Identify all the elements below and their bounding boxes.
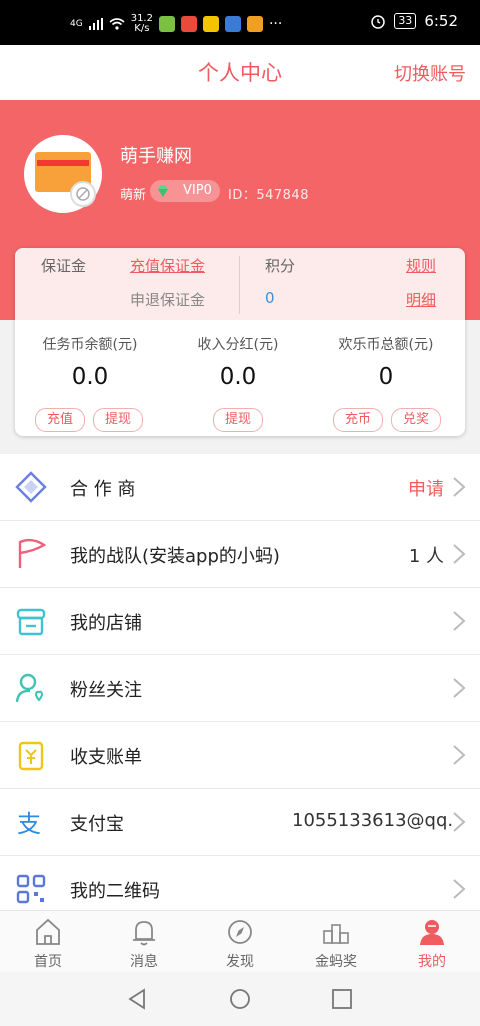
home-nav-icon[interactable]: [229, 988, 251, 1010]
recents-icon[interactable]: [331, 988, 353, 1010]
account-card: 保证金 充值保证金 申退保证金 积分 规则 0 明细 任务币余额(元) 0.0 …: [15, 248, 465, 436]
username: 萌手赚网: [120, 146, 192, 167]
app-notification-icon: [158, 16, 175, 32]
chevron-right-icon: [453, 745, 466, 765]
switch-account-button[interactable]: 切换账号: [394, 60, 466, 86]
chevron-right-icon: [453, 678, 466, 698]
back-icon[interactable]: [126, 988, 148, 1010]
menu-item-bill[interactable]: 收支账单: [0, 722, 480, 789]
home-icon: [36, 918, 60, 945]
vip-badge: VIP0: [150, 180, 220, 202]
clock: 6:52: [424, 12, 458, 30]
happy-coin-total-value: 0: [378, 364, 394, 390]
task-coin-balance-value: 0.0: [71, 364, 109, 390]
svg-text:支: 支: [17, 810, 41, 838]
chevron-right-icon: [453, 812, 466, 832]
menu-item-partner[interactable]: 合 作 商 申请: [0, 454, 480, 521]
income-dividend-label: 收入分红(元): [197, 337, 279, 353]
diamond-icon: [158, 185, 168, 197]
system-navigation-bar: [0, 972, 480, 1026]
camera-badge-icon[interactable]: [70, 181, 96, 207]
battery-icon: 33: [394, 13, 417, 29]
handshake-icon: [15, 471, 47, 503]
menu-item-store[interactable]: 我的店铺: [0, 588, 480, 655]
chevron-right-icon: [453, 611, 466, 631]
fans-icon: [15, 673, 44, 703]
compass-icon: [228, 920, 252, 944]
recharge-deposit-link[interactable]: 充值保证金: [130, 255, 205, 276]
apply-label: 申请: [408, 479, 444, 500]
podium-icon: [323, 924, 349, 944]
tab-discover[interactable]: 发现: [192, 911, 288, 973]
menu-item-fans[interactable]: 粉丝关注: [0, 655, 480, 722]
tab-mine[interactable]: 我的: [384, 911, 480, 973]
chevron-right-icon: [453, 477, 466, 497]
alarm-icon: [371, 15, 386, 29]
team-count: 1 人: [408, 546, 444, 567]
store-icon: [16, 608, 46, 636]
tab-home[interactable]: 首页: [0, 911, 96, 973]
app-notification-icon: [224, 16, 241, 32]
app-notification-icon: [246, 16, 263, 32]
menu-list: 合 作 商 申请 我的战队(安装app的小蚂) 1 人 我的店铺 粉丝关注 收支…: [0, 454, 480, 923]
recharge-button[interactable]: 充值: [35, 408, 85, 432]
status-bar: 4G 31.2 K/s ··· 33 6:52: [0, 0, 480, 45]
points-detail-link[interactable]: 明细: [406, 289, 436, 310]
user-icon: [420, 920, 444, 945]
chevron-right-icon: [453, 879, 466, 899]
signal-icon: [88, 18, 103, 30]
flag-icon: [18, 538, 47, 568]
refund-deposit-link[interactable]: 申退保证金: [130, 289, 205, 310]
menu-item-team[interactable]: 我的战队(安装app的小蚂) 1 人: [0, 521, 480, 588]
wifi-icon: [109, 18, 125, 30]
bell-icon: [133, 921, 155, 946]
app-header: 个人中心 切换账号: [0, 45, 480, 100]
bill-icon: [18, 741, 44, 771]
income-dividend-value: 0.0: [219, 364, 257, 390]
alipay-account: 1055133613@qq.co: [292, 810, 452, 831]
tab-messages[interactable]: 消息: [96, 911, 192, 973]
happy-coin-total-label: 欢乐币总额(元): [338, 337, 434, 353]
points-value: 0: [265, 289, 275, 307]
points-label: 积分: [265, 257, 296, 275]
dividend-withdraw-button[interactable]: 提现: [213, 408, 263, 432]
qrcode-icon: [16, 874, 46, 904]
more-notifications-icon: ···: [268, 16, 283, 32]
app-notification-icon: [202, 16, 219, 32]
chevron-right-icon: [453, 544, 466, 564]
redeem-button[interactable]: 兑奖: [391, 408, 441, 432]
network-label: 4G: [70, 19, 83, 29]
tab-gold-ant-award[interactable]: 金蚂奖: [288, 911, 384, 973]
deposit-label: 保证金: [41, 257, 87, 275]
charge-coin-button[interactable]: 充币: [333, 408, 383, 432]
bottom-tab-bar: 首页 消息 发现 金蚂奖 我的: [0, 910, 480, 973]
menu-item-alipay[interactable]: 支 支付宝 1055133613@qq.co: [0, 789, 480, 856]
alipay-icon: 支: [17, 810, 41, 838]
user-level: 萌新: [120, 188, 147, 203]
task-coin-balance-label: 任务币余额(元): [42, 337, 138, 353]
network-speed: 31.2 K/s: [130, 13, 153, 34]
user-id: ID：547848: [228, 188, 309, 203]
points-rules-link[interactable]: 规则: [406, 255, 436, 276]
app-notification-icon: [180, 16, 197, 32]
withdraw-button[interactable]: 提现: [93, 408, 143, 432]
